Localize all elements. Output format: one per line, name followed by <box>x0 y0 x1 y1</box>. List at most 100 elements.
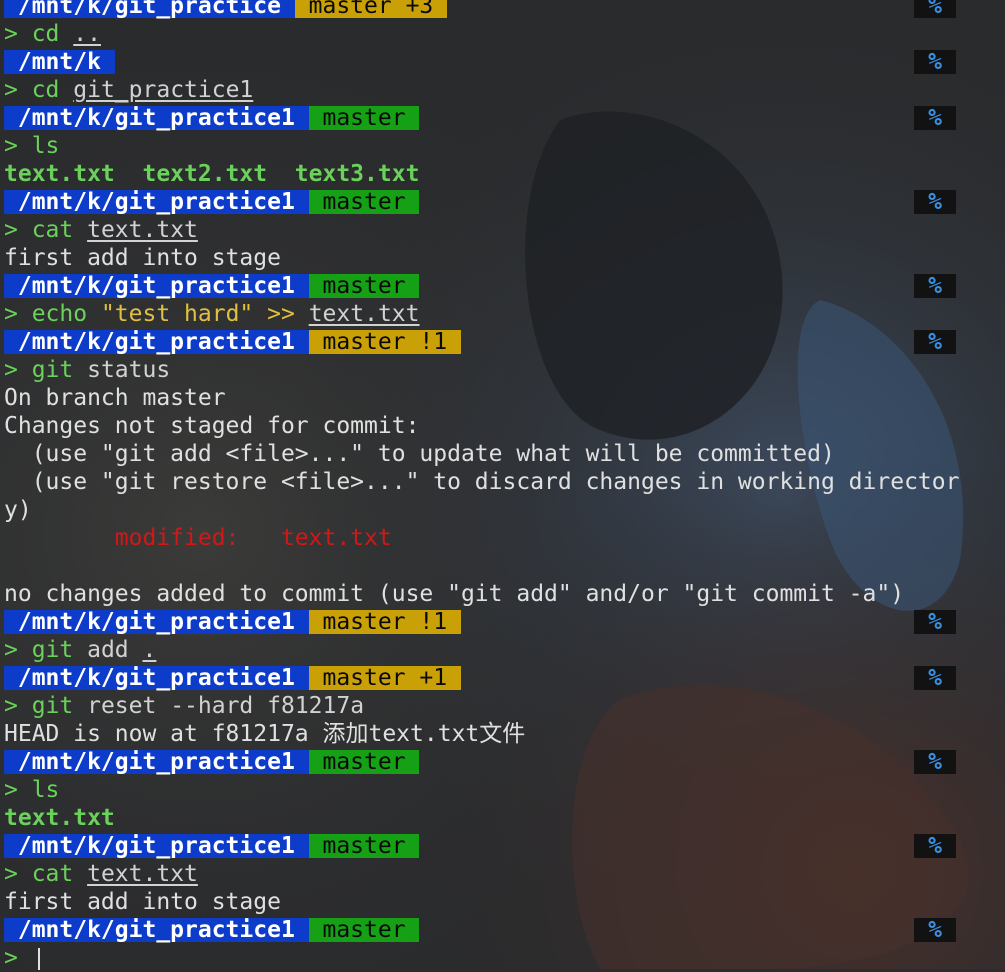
percent-indicator: % <box>914 666 956 690</box>
output-line: (use "git restore <file>..." to discard … <box>0 468 1005 496</box>
prompt-path: /mnt/k/git_practice <box>4 0 295 18</box>
prompt-line: /mnt/k/git_practice1 master % <box>0 104 1005 132</box>
command-name: git <box>31 357 74 383</box>
prompt-line: /mnt/k/git_practice1 master % <box>0 916 1005 944</box>
prompt-line: /mnt/k % <box>0 48 1005 76</box>
prompt-symbol: > <box>4 945 32 971</box>
git-branch-badge: master <box>308 833 420 859</box>
output-text: no changes added to commit (use "git add… <box>4 581 905 607</box>
output-line: text.txt text2.txt text3.txt <box>0 160 1005 188</box>
percent-indicator: % <box>914 50 956 74</box>
command-line: > cd git_practice1 <box>0 76 1005 104</box>
prompt-line: /mnt/k/git_practice1 master !1 % <box>0 608 1005 636</box>
percent-indicator: % <box>914 750 956 774</box>
output-text: HEAD is now at f81217a 添加text.txt文件 <box>4 721 526 747</box>
prompt-symbol: > <box>4 637 32 663</box>
command-arg <box>73 861 87 887</box>
command-name: ls <box>31 777 60 803</box>
prompt-line: /mnt/k/git_practice1 master % <box>0 272 1005 300</box>
git-branch-badge: master +3 <box>294 0 448 18</box>
prompt-line: /mnt/k/git_practice master +3 % <box>0 0 1005 20</box>
command-string: "test hard" <box>100 301 254 327</box>
prompt-symbol: > <box>4 133 32 159</box>
output-line: (use "git add <file>..." to update what … <box>0 440 1005 468</box>
command-path-arg: text.txt <box>87 861 198 887</box>
command-arg <box>295 301 309 327</box>
prompt-path: /mnt/k/git_practice1 <box>4 749 309 775</box>
output-line: first add into stage <box>0 888 1005 916</box>
prompt-symbol: > <box>4 21 32 47</box>
prompt-path: /mnt/k/git_practice1 <box>4 833 309 859</box>
command-path-arg: . <box>142 637 157 663</box>
file-name: text.txt <box>4 805 115 831</box>
command-arg: add <box>87 637 129 663</box>
command-line: > git status <box>0 356 1005 384</box>
git-branch-badge: master !1 <box>308 329 461 355</box>
command-arg <box>73 637 87 663</box>
command-arg <box>59 21 73 47</box>
prompt-symbol: > <box>4 777 32 803</box>
command-arg <box>129 637 143 663</box>
file-name: text.txt text2.txt text3.txt <box>4 161 420 187</box>
command-arg <box>73 693 87 719</box>
percent-indicator: % <box>914 0 956 18</box>
command-name: cat <box>31 861 74 887</box>
output-text: first add into stage <box>4 245 281 271</box>
output-line: Changes not staged for commit: <box>0 412 1005 440</box>
command-line: > cd .. <box>0 20 1005 48</box>
prompt-symbol: > <box>4 693 32 719</box>
command-arg <box>87 301 101 327</box>
output-text: (use "git add <file>..." to update what … <box>4 441 835 467</box>
output-line: text.txt <box>0 804 1005 832</box>
output-text: On branch master <box>4 385 226 411</box>
prompt-symbol: > <box>4 217 32 243</box>
command-line: > git add . <box>0 636 1005 664</box>
prompt-path: /mnt/k/git_practice1 <box>4 189 309 215</box>
percent-indicator: % <box>914 330 956 354</box>
command-line: > cat text.txt <box>0 216 1005 244</box>
output-text: y) <box>4 497 32 523</box>
percent-indicator: % <box>914 106 956 130</box>
output-text: Changes not staged for commit: <box>4 413 420 439</box>
git-branch-badge: master <box>308 273 420 299</box>
git-branch-badge: master !1 <box>308 609 461 635</box>
output-line: y) <box>0 496 1005 524</box>
prompt-path: /mnt/k <box>4 49 115 75</box>
command-line: > ls <box>0 776 1005 804</box>
command-arg: status <box>87 357 171 383</box>
prompt-path: /mnt/k/git_practice1 <box>4 609 309 635</box>
output-line: modified: text.txt <box>0 524 1005 552</box>
git-branch-badge: master <box>308 105 420 131</box>
prompt-line: /mnt/k/git_practice1 master !1 % <box>0 328 1005 356</box>
prompt-symbol: > <box>4 357 32 383</box>
command-line: > ls <box>0 132 1005 160</box>
text-cursor <box>37 947 40 970</box>
command-name: cat <box>31 217 74 243</box>
prompt-path: /mnt/k/git_practice1 <box>4 665 309 691</box>
active-command-line[interactable]: > <box>0 944 1005 972</box>
output-line: On branch master <box>0 384 1005 412</box>
prompt-symbol: > <box>4 301 32 327</box>
prompt-line: /mnt/k/git_practice1 master +1 % <box>0 664 1005 692</box>
git-branch-badge: master +1 <box>308 665 461 691</box>
command-line: > echo "test hard" >> text.txt <box>0 300 1005 328</box>
percent-indicator: % <box>914 918 956 942</box>
output-line: HEAD is now at f81217a 添加text.txt文件 <box>0 720 1005 748</box>
prompt-line: /mnt/k/git_practice1 master % <box>0 188 1005 216</box>
command-line: > git reset --hard f81217a <box>0 692 1005 720</box>
command-line: > cat text.txt <box>0 860 1005 888</box>
prompt-line: /mnt/k/git_practice1 master % <box>0 748 1005 776</box>
prompt-path: /mnt/k/git_practice1 <box>4 917 309 943</box>
command-arg: reset --hard f81217a <box>87 693 365 719</box>
prompt-symbol: > <box>4 861 32 887</box>
git-branch-badge: master <box>308 917 420 943</box>
command-arg <box>59 77 73 103</box>
command-path-arg: git_practice1 <box>73 77 254 103</box>
percent-indicator: % <box>914 610 956 634</box>
prompt-symbol: > <box>4 77 32 103</box>
command-string: >> <box>267 301 295 327</box>
command-arg <box>73 357 87 383</box>
command-name: cd <box>31 77 60 103</box>
command-path-arg: text.txt <box>308 301 420 327</box>
